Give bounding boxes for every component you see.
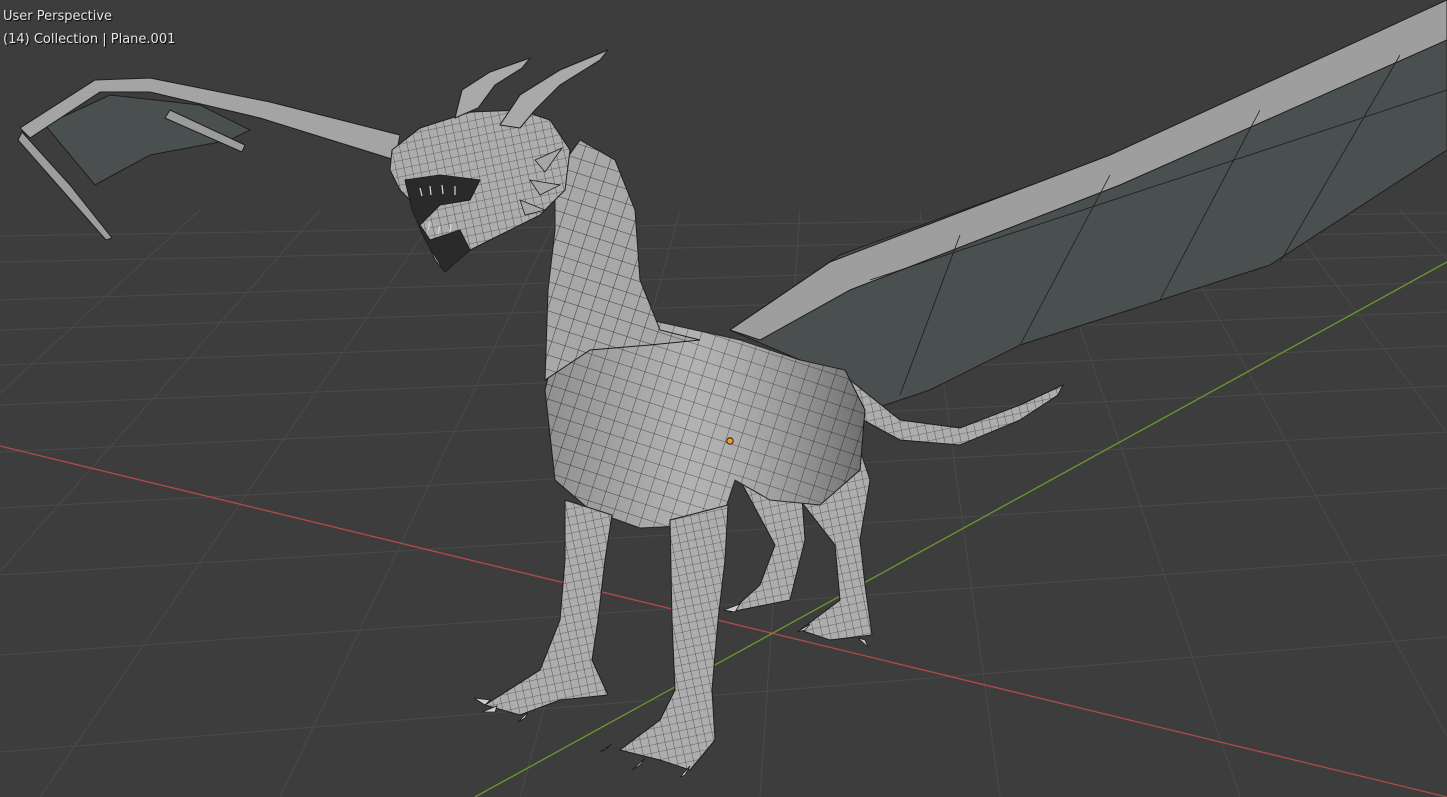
viewport-scene[interactable] bbox=[0, 0, 1447, 797]
view-name-label: User Perspective bbox=[3, 9, 113, 24]
object-origin-dot[interactable] bbox=[726, 437, 734, 445]
front-leg-left bbox=[483, 499, 613, 716]
dragon-mesh[interactable] bbox=[17, 0, 1447, 778]
horn-right bbox=[499, 49, 609, 129]
3d-viewport[interactable]: User Perspective (14) Collection | Plane… bbox=[0, 0, 1447, 797]
object-info-label: (14) Collection | Plane.001 bbox=[3, 32, 176, 47]
front-leg-right bbox=[618, 504, 729, 771]
